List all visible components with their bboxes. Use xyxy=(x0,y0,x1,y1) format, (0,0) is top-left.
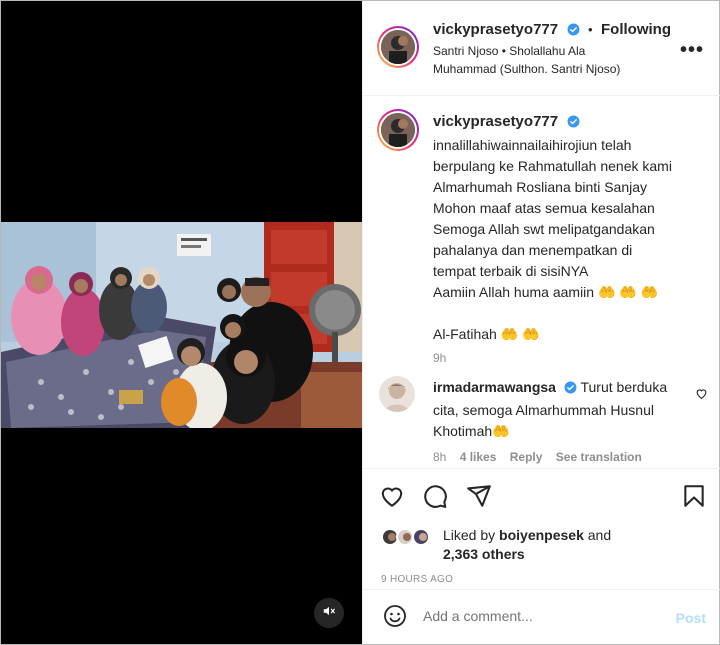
speaker-muted-icon xyxy=(322,604,336,623)
audio-track-line2[interactable]: Muhammad (Sulthon. Santri Njoso) xyxy=(433,60,620,78)
comment-input[interactable] xyxy=(423,608,643,624)
liker-avatar xyxy=(411,528,430,546)
liked-by-prefix: Liked by xyxy=(443,527,496,543)
reply-button[interactable]: Reply xyxy=(510,450,543,464)
comment-text: Khotimah🤲 xyxy=(433,423,510,439)
liker-avatars[interactable] xyxy=(381,528,430,546)
caption-avatar[interactable] xyxy=(377,109,419,151)
verified-badge-icon xyxy=(567,115,580,133)
caption-line: Semoga Allah swt melipatgandakan xyxy=(433,221,655,237)
share-icon[interactable] xyxy=(466,483,492,514)
comment-text: cita, semoga Almarhummah Husnul xyxy=(433,402,654,418)
caption-line: berpulang ke Rahmatullah nenek kami xyxy=(433,158,672,174)
verified-badge-icon xyxy=(564,379,577,400)
verified-badge-icon xyxy=(567,23,580,41)
action-bar xyxy=(363,468,720,526)
likes-count[interactable]: 2,363 others xyxy=(443,546,525,562)
caption-line: Mohon maaf atas semua kesalahan xyxy=(433,200,655,216)
liked-by-and: and xyxy=(587,527,612,543)
audio-track-line1[interactable]: Santri Njoso • Sholallahu Ala xyxy=(433,42,620,60)
caption: vickyprasetyo777 innalillahiwainnailaihi… xyxy=(433,113,713,365)
more-options-icon[interactable]: ••• xyxy=(680,39,704,62)
author-username[interactable]: vickyprasetyo777 xyxy=(433,21,558,38)
comment-timestamp[interactable]: 8h xyxy=(433,450,446,464)
commenter-avatar[interactable] xyxy=(379,376,415,412)
bookmark-icon[interactable] xyxy=(681,483,707,514)
caption-username[interactable]: vickyprasetyo777 xyxy=(433,113,558,130)
post-sidebar: vickyprasetyo777 • Following Santri Njos… xyxy=(362,1,720,644)
emoji-icon[interactable] xyxy=(383,604,407,633)
caption-line: tempat terbaik di sisiNYA xyxy=(433,263,589,279)
comment-composer: Post xyxy=(363,589,720,644)
mute-button[interactable] xyxy=(314,598,344,628)
author-avatar[interactable] xyxy=(377,26,419,68)
commenter-username[interactable]: irmadarmawangsa xyxy=(433,379,556,395)
caption-line: Aamiin Allah huma aamiin 🤲 🤲 🤲 xyxy=(433,284,659,300)
comment-icon[interactable] xyxy=(422,483,448,514)
caption-footer: Al-Fatihah 🤲 🤲 xyxy=(433,326,540,342)
video-frame[interactable] xyxy=(1,222,362,428)
post-button[interactable]: Post xyxy=(676,610,706,626)
heart-icon[interactable] xyxy=(379,483,405,514)
caption-timestamp[interactable]: 9h xyxy=(433,351,713,365)
following-button[interactable]: Following xyxy=(601,21,671,38)
see-translation-button[interactable]: See translation xyxy=(556,450,642,464)
comment-text: Turut berduka xyxy=(580,379,668,395)
comment: irmadarmawangsa Turut berduka cita, semo… xyxy=(433,377,695,464)
liker-username[interactable]: boiyenpesek xyxy=(499,527,584,543)
post-header: vickyprasetyo777 • Following Santri Njos… xyxy=(363,1,720,96)
caption-line: pahalanya dan menempatkan di xyxy=(433,242,633,258)
post-timestamp[interactable]: 9 HOURS AGO xyxy=(381,574,453,585)
comment-like-icon[interactable] xyxy=(695,387,708,405)
post-media[interactable] xyxy=(1,1,362,644)
caption-line: Almarhumah Rosliana binti Sanjay xyxy=(433,179,647,195)
comment-likes[interactable]: 4 likes xyxy=(460,450,497,464)
separator-dot: • xyxy=(588,22,593,37)
caption-line: innalillahiwainnailaihirojiun telah xyxy=(433,137,632,153)
